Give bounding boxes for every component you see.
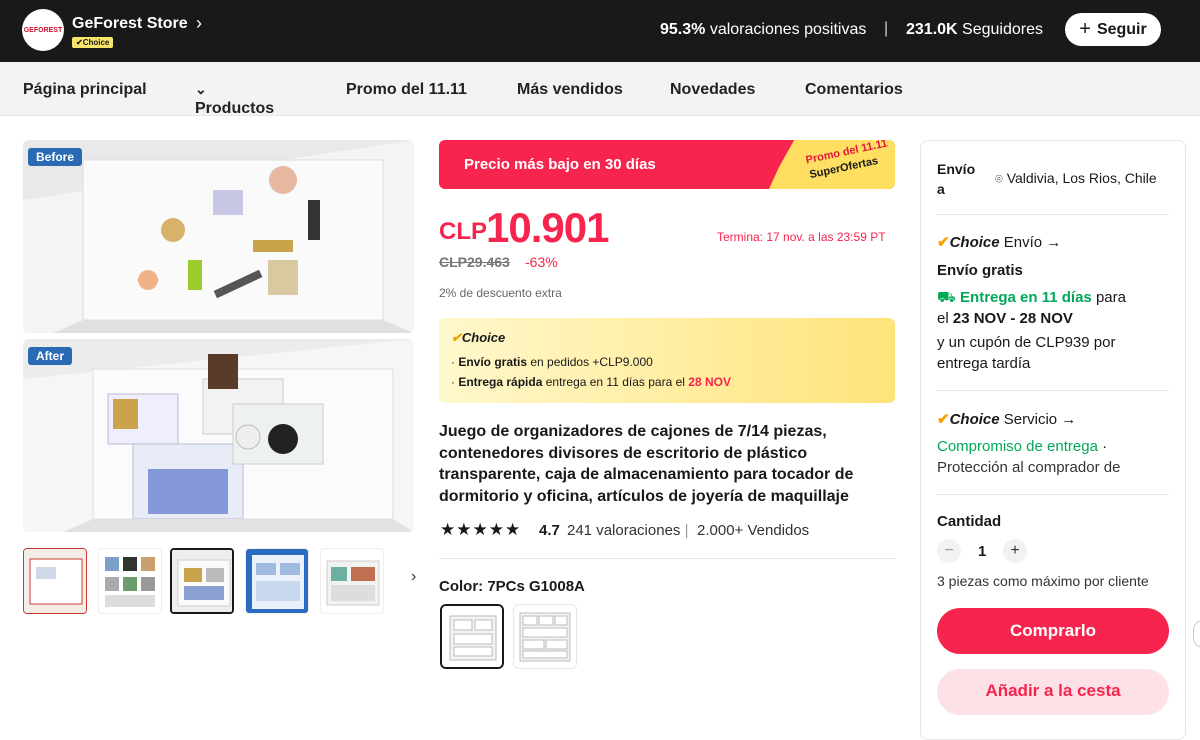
color-label: Color: 7PCs G1008A: [439, 578, 585, 595]
thumbnail-image: [246, 549, 308, 613]
divider: [439, 558, 895, 559]
choice-shipping-link[interactable]: ✔Choice Envío →: [937, 233, 1061, 251]
swatch-image: [442, 606, 502, 667]
thumbnail-selected[interactable]: [170, 548, 234, 614]
nav-bestsellers[interactable]: Más vendidos: [517, 81, 623, 99]
product-title: Juego de organizadores de cajones de 7/1…: [439, 423, 854, 505]
arrow-right-icon: →: [1061, 411, 1077, 428]
product-image-after[interactable]: After: [23, 339, 414, 532]
store-logo-text: GEFOREST: [23, 26, 63, 34]
discount-percent: -63%: [525, 254, 558, 270]
thumbnail-strip: ›: [23, 548, 416, 614]
store-name[interactable]: GeForest Store: [72, 15, 188, 33]
truck-icon: ⛟: [937, 289, 956, 306]
check-icon: ✔: [937, 234, 950, 251]
quantity-value[interactable]: 1: [978, 543, 986, 560]
after-tag: After: [28, 347, 73, 365]
divider: [937, 390, 1169, 391]
thumbnail-image: [24, 549, 86, 613]
floating-side-button[interactable]: [1193, 620, 1200, 648]
fast-delivery-line: · Entrega rápida entrega en 11 días para…: [451, 375, 731, 389]
choice-service-link[interactable]: ✔Choice Servicio →: [937, 410, 1076, 428]
choice-header: ✔Choice: [451, 330, 506, 345]
price-value: 10.901: [486, 204, 609, 251]
minus-icon[interactable]: −: [937, 539, 961, 563]
promo-banner: Precio más bajo en 30 días Promo del 11.…: [439, 140, 895, 189]
star-rating-icon: ★★★★★: [440, 520, 522, 539]
divider: [937, 214, 1169, 215]
color-swatch-selected[interactable]: [440, 604, 504, 669]
choice-badge: ✔Choice: [72, 37, 114, 48]
store-header: GEFOREST GeForest Store › ✔Choice 95.3% …: [0, 0, 1200, 62]
store-nav: Página principal Productos ⌄ Promo del 1…: [0, 62, 1200, 117]
reviews-link[interactable]: 241 valoraciones |: [567, 522, 689, 539]
nav-reviews[interactable]: Comentarios: [805, 81, 903, 99]
color-swatch[interactable]: [513, 604, 577, 669]
sold-count: 2.000+ Vendidos: [697, 522, 810, 539]
quantity-label: Cantidad: [937, 513, 1002, 530]
product-image-before[interactable]: Before: [23, 140, 414, 333]
drawer-after-illustration: [23, 339, 414, 532]
plus-icon[interactable]: +: [1003, 539, 1027, 563]
arrow-right-icon: →: [1046, 234, 1062, 251]
check-icon: ✔: [451, 330, 462, 345]
thumbnail[interactable]: [23, 548, 87, 614]
quantity-limit: 3 piezas como máximo por cliente: [937, 573, 1149, 589]
price-currency: CLP: [439, 218, 487, 245]
thumbnail-image: [172, 550, 232, 612]
free-shipping-line: · Envío gratis en pedidos +CLP9.000: [451, 355, 653, 369]
delivery-estimate: ⛟ Entrega en 11 días para el 23 NOV - 28 …: [937, 289, 1126, 327]
store-logo[interactable]: GEFOREST: [22, 9, 64, 51]
thumbnail[interactable]: [98, 548, 162, 614]
nav-new[interactable]: Novedades: [670, 81, 755, 99]
chevron-right-icon[interactable]: ›: [411, 568, 416, 586]
follow-button[interactable]: + Seguir: [1065, 13, 1161, 46]
check-icon: ✔: [937, 411, 950, 428]
deal-end-time: Termina: 17 nov. a las 23:59 PT: [717, 230, 886, 244]
purchase-panel: Envío a ⌾ Valdivia, Los Rios, Chile ✔Cho…: [920, 140, 1186, 740]
nav-home[interactable]: Página principal: [23, 81, 147, 99]
divider: |: [884, 20, 889, 37]
late-delivery-coupon: y un cupón de CLP939 por entrega tardía: [937, 334, 1116, 372]
original-price: CLP29.463: [439, 254, 510, 270]
promo-text: Precio más bajo en 30 días: [464, 156, 656, 173]
delivery-commitment[interactable]: Compromiso de entrega ·: [937, 438, 1107, 455]
divider: [937, 494, 1169, 495]
drawer-before-illustration: [23, 140, 414, 333]
positive-rating: 95.3% valoraciones positivas: [660, 21, 867, 38]
thumbnail-image: [321, 549, 383, 613]
nav-products[interactable]: Productos ⌄: [195, 81, 274, 117]
ship-location[interactable]: ⌾ Valdivia, Los Rios, Chile: [995, 170, 1175, 187]
chevron-right-icon[interactable]: ›: [196, 13, 202, 34]
buy-now-button[interactable]: Comprarlo: [937, 608, 1169, 654]
nav-promo[interactable]: Promo del 11.11: [346, 81, 467, 99]
buyer-protection: Protección al comprador de: [937, 459, 1121, 476]
promo-badge: Promo del 11.11 SuperOfertas: [769, 140, 895, 189]
chevron-down-icon: ⌄: [195, 81, 207, 97]
free-shipping: Envío gratis: [937, 262, 1023, 279]
extra-discount: 2% de descuento extra: [439, 286, 562, 300]
thumbnail-image: [99, 549, 161, 613]
choice-benefits: ✔Choice · Envío gratis en pedidos +CLP9.…: [439, 318, 895, 403]
plus-icon: +: [1079, 18, 1091, 40]
thumbnail[interactable]: [245, 548, 309, 614]
rating-value: 4.7: [539, 522, 560, 539]
swatch-image: [514, 605, 576, 668]
location-pin-icon: ⌾: [995, 171, 1003, 186]
add-to-cart-button[interactable]: Añadir a la cesta: [937, 669, 1169, 715]
thumbnail[interactable]: [320, 548, 384, 614]
followers-count: 231.0K Seguidores: [906, 21, 1043, 38]
before-tag: Before: [28, 148, 83, 166]
ship-to-label: Envío a: [937, 161, 976, 197]
